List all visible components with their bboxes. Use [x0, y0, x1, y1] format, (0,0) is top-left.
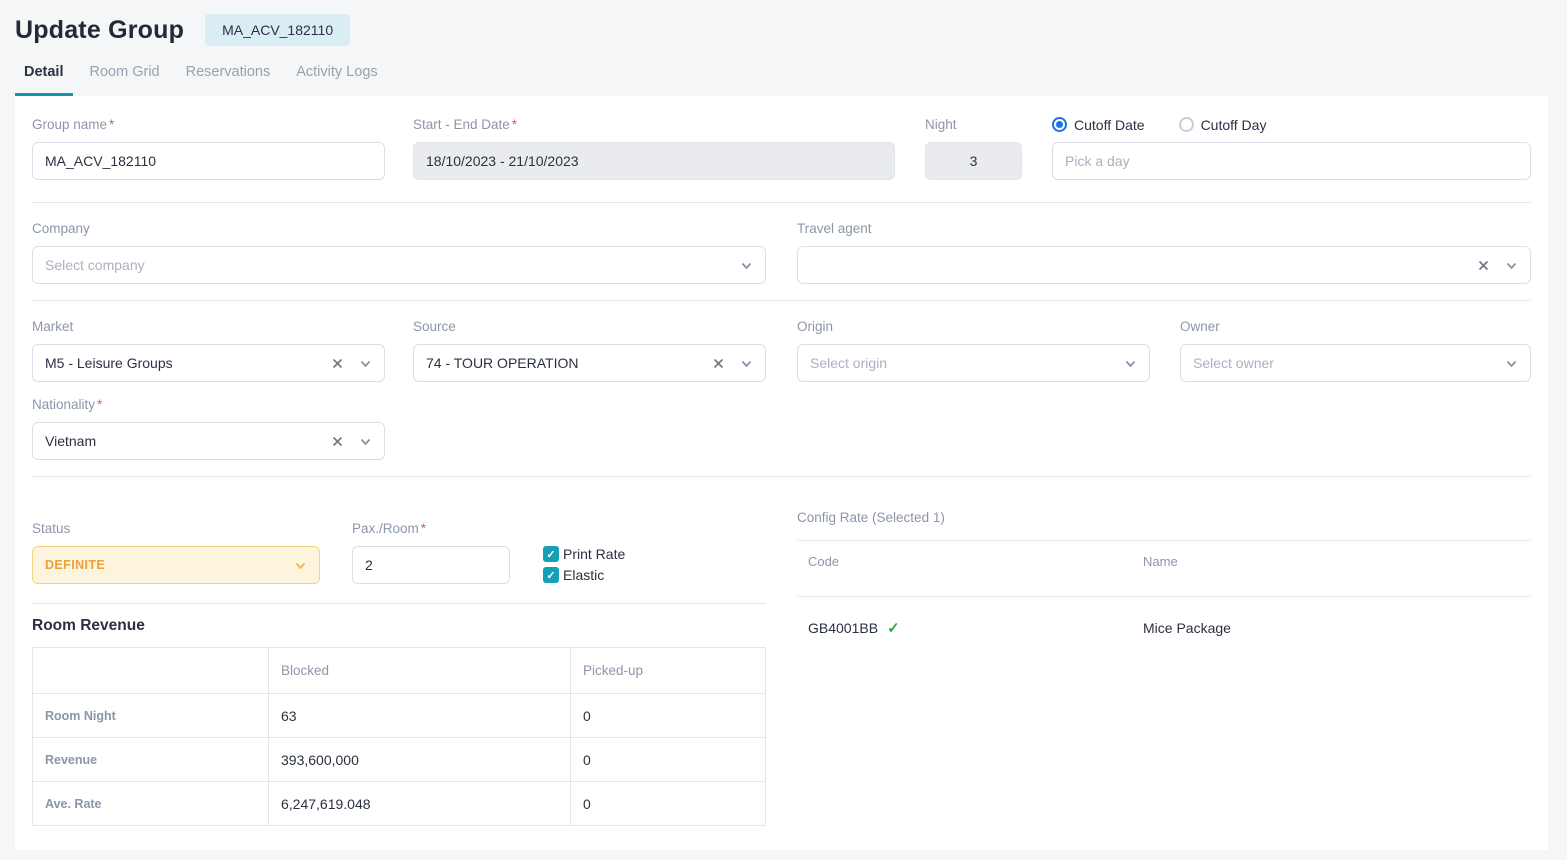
chevron-down-icon[interactable] — [1505, 259, 1518, 272]
checkbox-checked-icon: ✓ — [543, 567, 559, 583]
status-select[interactable]: DEFINITE — [32, 546, 320, 584]
chevron-down-icon[interactable] — [740, 259, 753, 272]
market-select[interactable]: M5 - Leisure Groups — [32, 344, 385, 382]
nationality-label: Nationality* — [32, 396, 385, 413]
page-title: Update Group — [15, 16, 184, 45]
print-rate-checkbox[interactable]: ✓ Print Rate — [543, 546, 625, 562]
chevron-down-icon[interactable] — [359, 357, 372, 370]
table-header-row: Blocked Picked-up — [33, 648, 766, 694]
room-revenue-title: Room Revenue — [32, 617, 766, 635]
cutoff-day-input[interactable] — [1052, 142, 1531, 180]
cutoff-date-radio-label: Cutoff Date — [1074, 117, 1145, 133]
required-marker: * — [512, 117, 517, 132]
elastic-checkbox[interactable]: ✓ Elastic — [543, 567, 625, 583]
tab-activity-logs[interactable]: Activity Logs — [287, 58, 386, 96]
company-select[interactable]: Select company — [32, 246, 766, 284]
clear-icon[interactable] — [331, 357, 344, 370]
blocked-value: 393,600,000 — [269, 738, 571, 782]
picked-up-value: 0 — [571, 694, 766, 738]
detail-form-card: Group name* Start - End Date* Night Cuto… — [15, 96, 1548, 850]
radio-unselected-icon — [1179, 117, 1194, 132]
row-label: Ave. Rate — [33, 782, 269, 826]
group-name-label: Group name* — [32, 116, 385, 133]
config-rate-panel: Config Rate (Selected 1) Code Name GB400… — [797, 510, 1531, 647]
night-input — [925, 142, 1022, 180]
group-code-badge: MA_ACV_182110 — [205, 14, 350, 46]
print-rate-label: Print Rate — [563, 546, 625, 562]
chevron-down-icon[interactable] — [294, 559, 307, 572]
origin-label: Origin — [797, 318, 1150, 335]
tab-reservations[interactable]: Reservations — [177, 58, 280, 96]
blocked-value: 6,247,619.048 — [269, 782, 571, 826]
owner-select[interactable]: Select owner — [1180, 344, 1531, 382]
clear-icon[interactable] — [1477, 259, 1490, 272]
code-column-header: Code — [797, 554, 1143, 569]
elastic-label: Elastic — [563, 567, 604, 583]
status-value: DEFINITE — [45, 558, 105, 572]
group-name-input[interactable] — [32, 142, 385, 180]
blocked-value: 63 — [269, 694, 571, 738]
cutoff-date-radio[interactable]: Cutoff Date — [1052, 117, 1145, 133]
owner-label: Owner — [1180, 318, 1531, 335]
rate-name: Mice Package — [1143, 620, 1531, 636]
travel-agent-label: Travel agent — [797, 220, 1531, 237]
table-row: Revenue 393,600,000 0 — [33, 738, 766, 782]
cutoff-radio-group: Cutoff Date Cutoff Day — [1052, 116, 1531, 133]
required-marker: * — [97, 397, 102, 412]
radio-selected-icon — [1052, 117, 1067, 132]
company-label: Company — [32, 220, 766, 237]
required-marker: * — [109, 117, 114, 132]
market-label: Market — [32, 318, 385, 335]
cutoff-day-radio[interactable]: Cutoff Day — [1179, 117, 1267, 133]
pax-room-input[interactable] — [352, 546, 510, 584]
night-label: Night — [925, 116, 1022, 133]
name-column-header: Name — [1143, 554, 1531, 569]
checkbox-checked-icon: ✓ — [543, 546, 559, 562]
row-label: Revenue — [33, 738, 269, 782]
table-row: Ave. Rate 6,247,619.048 0 — [33, 782, 766, 826]
origin-select[interactable]: Select origin — [797, 344, 1150, 382]
source-label: Source — [413, 318, 766, 335]
nationality-value: Vietnam — [45, 433, 96, 449]
required-marker: * — [421, 521, 426, 536]
config-rate-header-row: Code Name — [797, 541, 1531, 581]
rate-options: ✓ Print Rate ✓ Elastic — [543, 520, 625, 584]
tab-detail[interactable]: Detail — [15, 58, 73, 96]
empty-header-cell — [33, 648, 269, 694]
selected-check-icon: ✓ — [887, 619, 900, 637]
room-revenue-table: Blocked Picked-up Room Night 63 0 Revenu… — [32, 647, 766, 826]
picked-up-value: 0 — [571, 738, 766, 782]
tab-room-grid[interactable]: Room Grid — [81, 58, 169, 96]
picked-up-column-header: Picked-up — [571, 648, 766, 694]
page-header: Update Group MA_ACV_182110 — [0, 0, 1567, 47]
start-end-date-input — [413, 142, 895, 180]
pax-room-label: Pax./Room* — [352, 520, 510, 537]
chevron-down-icon[interactable] — [740, 357, 753, 370]
chevron-down-icon[interactable] — [1505, 357, 1518, 370]
clear-icon[interactable] — [712, 357, 725, 370]
picked-up-value: 0 — [571, 782, 766, 826]
cutoff-day-radio-label: Cutoff Day — [1201, 117, 1267, 133]
tab-bar: Detail Room Grid Reservations Activity L… — [0, 47, 1567, 96]
status-label: Status — [32, 520, 320, 537]
config-rate-row[interactable]: GB4001BB ✓ Mice Package — [797, 597, 1531, 647]
config-rate-title: Config Rate (Selected 1) — [797, 510, 1531, 525]
chevron-down-icon[interactable] — [1124, 357, 1137, 370]
row-label: Room Night — [33, 694, 269, 738]
table-row: Room Night 63 0 — [33, 694, 766, 738]
clear-icon[interactable] — [331, 435, 344, 448]
start-end-date-label: Start - End Date* — [413, 116, 895, 133]
origin-placeholder: Select origin — [810, 355, 887, 371]
chevron-down-icon[interactable] — [359, 435, 372, 448]
market-value: M5 - Leisure Groups — [45, 355, 173, 371]
nationality-select[interactable]: Vietnam — [32, 422, 385, 460]
travel-agent-select[interactable] — [797, 246, 1531, 284]
rate-code: GB4001BB — [808, 620, 878, 636]
company-placeholder: Select company — [45, 257, 145, 273]
blocked-column-header: Blocked — [269, 648, 571, 694]
source-value: 74 - TOUR OPERATION — [426, 355, 578, 371]
source-select[interactable]: 74 - TOUR OPERATION — [413, 344, 766, 382]
owner-placeholder: Select owner — [1193, 355, 1274, 371]
